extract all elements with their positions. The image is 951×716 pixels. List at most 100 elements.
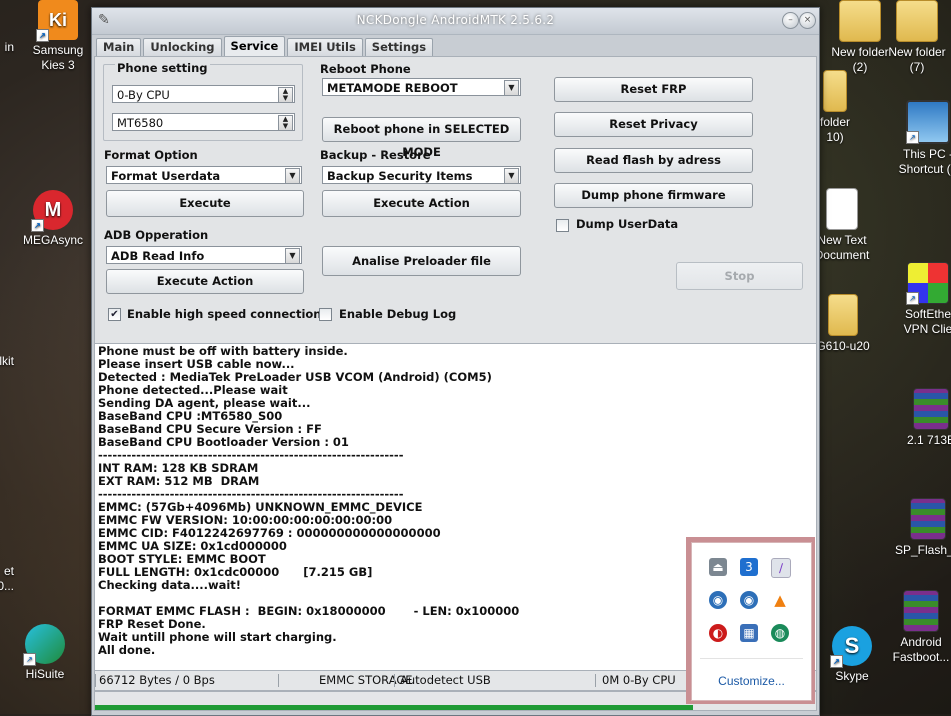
debug-log-label: Enable Debug Log (339, 307, 457, 321)
desktop-icon-partial-in[interactable]: in (0, 40, 14, 55)
tray-overflow-popup: ⏏ 3 ∕ ◉ ◉ ▲ ◐ ▦ ◍ Customize... (686, 537, 815, 704)
network2-icon[interactable]: ◉ (740, 591, 758, 609)
desktop-icon-label: 2.1 713E (906, 433, 951, 447)
status-separator (95, 674, 96, 687)
globe-icon[interactable]: ◍ (771, 624, 789, 642)
folder-icon (896, 0, 938, 42)
customize-link[interactable]: Customize... (692, 674, 811, 688)
debug-log-checkbox[interactable] (319, 308, 332, 321)
window-title: NCKDongle AndroidMTK 2.5.6.2 (356, 13, 555, 27)
tray-overflow-panel: ⏏ 3 ∕ ◉ ◉ ▲ ◐ ▦ ◍ Customize... (691, 542, 812, 701)
folder-icon (839, 0, 881, 42)
desktop-icon-hisuite[interactable]: ↗ HiSuite (5, 624, 85, 682)
execute-button[interactable]: Execute (106, 190, 304, 217)
hisuite-icon: ↗ (23, 624, 65, 666)
format-option-value: Format Userdata (111, 169, 221, 183)
folder-icon (823, 70, 847, 112)
chevron-down-icon[interactable]: ▼ (504, 168, 519, 184)
title-bar[interactable]: ✎ NCKDongle AndroidMTK 2.5.6.2 – × (92, 8, 819, 35)
status-cpu: 0M 0-By CPU (602, 673, 676, 687)
desktop-icon-partial-lkit[interactable]: lkit (0, 354, 14, 369)
tab-unlocking[interactable]: Unlocking (143, 38, 222, 56)
read-flash-button[interactable]: Read flash by adress (554, 148, 753, 173)
desktop-icon-sp-flash[interactable]: SP_Flash_T (888, 498, 951, 558)
progress-fill (95, 705, 694, 710)
desktop-icon-label: HiSuite (25, 667, 65, 681)
desktop-icon-samsung-kies[interactable]: Ki ↗ Samsung Kies 3 (18, 0, 98, 73)
3d-icon[interactable]: 3 (740, 558, 758, 576)
adb-operation-select[interactable]: ADB Read Info ▼ (106, 246, 302, 264)
format-option-label: Format Option (104, 148, 198, 162)
tab-service[interactable]: Service (223, 36, 286, 56)
tray-divider (700, 658, 803, 659)
tab-imei-utils[interactable]: IMEI Utils (287, 38, 363, 56)
kies-icon: Ki ↗ (36, 0, 78, 42)
softether-icon: ↗ (906, 262, 949, 305)
execute-action-button[interactable]: Execute Action (322, 190, 521, 217)
model-select-value: MT6580 (117, 116, 164, 130)
tab-settings[interactable]: Settings (364, 38, 434, 56)
backup-select[interactable]: Backup Security Items ▼ (322, 166, 521, 184)
adb-execute-action-button[interactable]: Execute Action (106, 269, 304, 294)
spin-arrows-icon[interactable]: ▲ ▼ (278, 87, 293, 103)
dump-userdata-checkbox[interactable] (556, 219, 569, 232)
record-icon[interactable]: ◐ (709, 624, 727, 642)
pen-icon[interactable]: ∕ (771, 558, 791, 578)
desktop-icon-skype[interactable]: S ↗ Skype (812, 626, 892, 684)
close-button[interactable]: × (799, 12, 816, 29)
service-panel: Phone setting 0-By CPU ▲ ▼ MT6580 ▲ ▼ Rebo… (94, 56, 817, 344)
reboot-mode-value: METAMODE REBOOT (327, 81, 458, 95)
cpu-select[interactable]: 0-By CPU ▲ ▼ (112, 85, 295, 103)
status-separator (595, 674, 596, 687)
dump-firmware-button[interactable]: Dump phone firmware (554, 183, 753, 208)
desktop-icon-label: SP_Flash_T (894, 543, 951, 557)
winrar-icon (903, 590, 939, 632)
backup-select-value: Backup Security Items (327, 169, 473, 183)
desktop-icon-label: This PC - Shortcut (2 (898, 147, 951, 176)
dump-userdata-label: Dump UserData (576, 217, 679, 231)
desktop-icon-label: in (4, 40, 14, 54)
spin-arrows-icon[interactable]: ▲ ▼ (278, 115, 293, 131)
folder-icon (828, 294, 858, 336)
desktop-icon-softether[interactable]: ↗ SoftEthe VPN Clie (888, 262, 951, 337)
desktop-icon-partial-et[interactable]: et 0... (0, 564, 14, 594)
chevron-down-icon[interactable]: ▼ (285, 248, 300, 264)
usb-safe-remove-icon[interactable]: ⏏ (709, 558, 727, 576)
reboot-selected-mode-button[interactable]: Reboot phone in SELECTED MODE (322, 117, 521, 159)
model-select[interactable]: MT6580 ▲ ▼ (112, 113, 295, 131)
vlc-icon[interactable]: ▲ (771, 591, 789, 609)
desktop-icon-label: New folder (7) (888, 45, 946, 74)
desktop-icon-label: Skype (835, 669, 869, 683)
monitor-icon: ↗ (906, 100, 950, 144)
desktop-icon-label: MEGAsync (22, 233, 83, 247)
reset-privacy-button[interactable]: Reset Privacy (554, 112, 753, 137)
reboot-mode-select[interactable]: METAMODE REBOOT ▼ (322, 78, 521, 96)
winrar-icon (913, 388, 949, 430)
high-speed-checkbox[interactable]: ✔ (108, 308, 121, 321)
cpu-select-value: 0-By CPU (117, 88, 170, 102)
minimize-button[interactable]: – (782, 12, 799, 29)
reset-frp-button[interactable]: Reset FRP (554, 77, 753, 102)
desktop-icon-label: et 0... (0, 564, 14, 593)
text-document-icon (826, 188, 858, 230)
grid-app-icon[interactable]: ▦ (740, 624, 758, 642)
status-bytes: 66712 Bytes / 0 Bps (99, 673, 215, 687)
format-option-select[interactable]: Format Userdata ▼ (106, 166, 302, 184)
desktop-icon-megasync[interactable]: M ↗ MEGAsync (13, 190, 93, 248)
desktop-icon-label: Samsung Kies 3 (32, 43, 84, 72)
stop-button[interactable]: Stop (676, 262, 803, 290)
analise-preloader-button[interactable]: Analise Preloader file (322, 246, 521, 276)
network-icon[interactable]: ◉ (709, 591, 727, 609)
winrar-icon (910, 498, 946, 540)
high-speed-label: Enable high speed connection (127, 307, 322, 321)
desktop-icon-label: lkit (0, 354, 14, 368)
desktop-icon-this-pc[interactable]: ↗ This PC - Shortcut (2 (888, 100, 951, 177)
chevron-down-icon[interactable]: ▼ (504, 80, 519, 96)
chevron-down-icon[interactable]: ▼ (285, 168, 300, 184)
desktop-icon-rar-213[interactable]: 2.1 713E (896, 388, 951, 448)
desktop-icon-new-folder-7[interactable]: New folder (7) (877, 0, 951, 75)
adb-operation-label: ADB Opperation (104, 228, 209, 242)
tab-main[interactable]: Main (96, 38, 142, 56)
phone-setting-label: Phone setting (115, 61, 210, 75)
mega-icon: M ↗ (31, 190, 73, 232)
